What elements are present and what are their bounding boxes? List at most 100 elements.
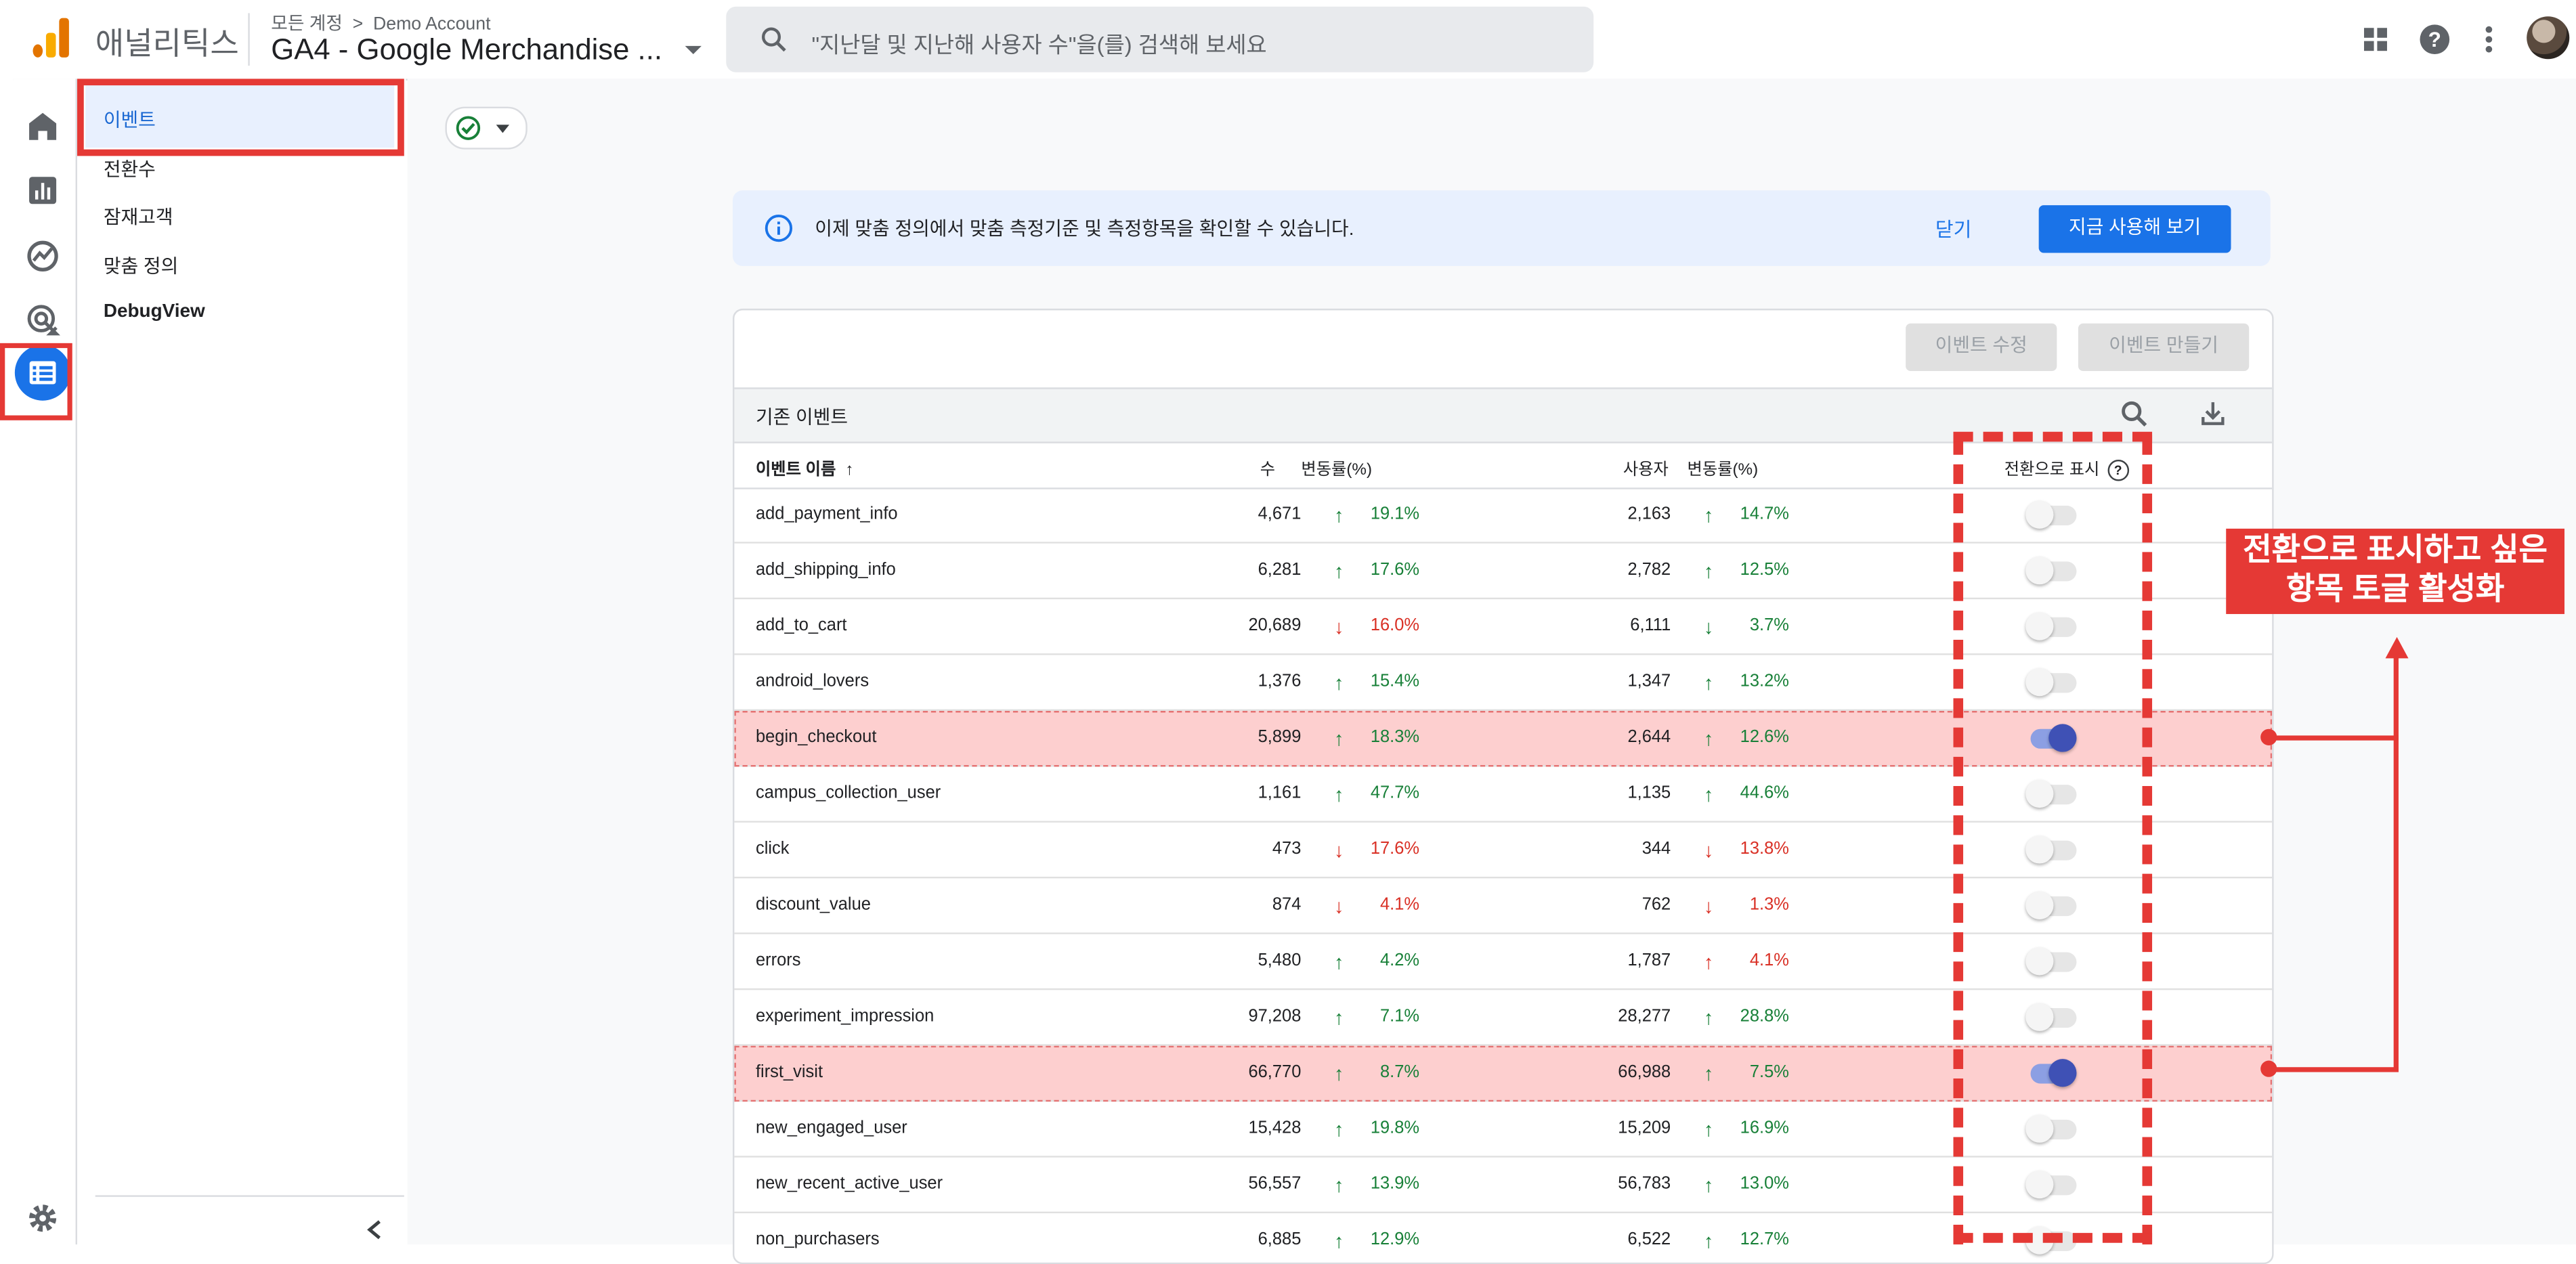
- nav-item-custom-definitions[interactable]: 맞춤 정의: [104, 253, 178, 279]
- collapse-icon[interactable]: [363, 1218, 386, 1241]
- table-row[interactable]: add_to_cart 20,689 ↓ 16.0% 6,111 ↓ 3.7%: [734, 599, 2273, 655]
- help-icon[interactable]: ?: [2107, 460, 2129, 481]
- event-name[interactable]: new_engaged_user: [756, 1118, 907, 1137]
- event-name[interactable]: begin_checkout: [756, 727, 876, 747]
- sort-arrow-icon: ↑: [845, 461, 854, 480]
- annotation-dot: [2260, 1060, 2277, 1077]
- table-row[interactable]: new_engaged_user 15,428 ↑ 19.8% 15,209 ↑ 16.9%: [734, 1102, 2273, 1158]
- nav-item-audiences[interactable]: 잠재고객: [104, 204, 173, 230]
- toggle-knob[interactable]: [2025, 612, 2054, 640]
- avatar[interactable]: [2527, 16, 2570, 60]
- annotation-dashed-line: [1953, 431, 2153, 442]
- users-change: 13.0%: [1740, 1173, 1789, 1194]
- toggle-knob[interactable]: [2025, 835, 2054, 864]
- search-icon[interactable]: [2120, 399, 2149, 429]
- column-header-event-name[interactable]: 이벤트 이름 ↑: [756, 455, 853, 479]
- table-row[interactable]: campus_collection_user 1,161 ↑ 47.7% 1,135 ↑ 4…: [734, 766, 2273, 823]
- table-row[interactable]: discount_value 874 ↓ 4.1% 762 ↓ 1.3%: [734, 878, 2273, 934]
- count-change: 13.9%: [1370, 1173, 1420, 1194]
- home-icon[interactable]: [24, 108, 60, 144]
- event-name[interactable]: non_purchasers: [756, 1229, 880, 1249]
- table-row[interactable]: new_recent_active_user 56,557 ↑ 13.9% 56,783…: [734, 1158, 2273, 1214]
- column-header-users[interactable]: 사용자: [1623, 455, 1669, 479]
- breadcrumb-root[interactable]: 모든 계정: [271, 15, 343, 35]
- event-name[interactable]: android_lovers: [756, 672, 869, 691]
- count-change: 4.1%: [1379, 894, 1420, 915]
- toggle-knob[interactable]: [2025, 891, 2054, 919]
- table-row[interactable]: experiment_impression 97,208 ↑ 7.1% 28,277 ↑ 2…: [734, 990, 2273, 1046]
- user-count: 28,277: [1618, 1006, 1671, 1026]
- column-header-count-change[interactable]: 변동률(%): [1301, 455, 1372, 479]
- column-header-users-change[interactable]: 변동률(%): [1688, 455, 1759, 479]
- event-name[interactable]: campus_collection_user: [756, 783, 941, 803]
- nav-item-conversions[interactable]: 전환수: [104, 156, 156, 182]
- toggle-knob[interactable]: [2025, 1171, 2054, 1199]
- users-change: 1.3%: [1749, 894, 1789, 915]
- user-count: 2,644: [1627, 727, 1671, 747]
- column-header-count[interactable]: 수: [1260, 455, 1275, 479]
- help-icon[interactable]: ?: [2418, 23, 2451, 56]
- event-name[interactable]: experiment_impression: [756, 1007, 934, 1026]
- table-row[interactable]: errors 5,480 ↑ 4.2% 1,787 ↑ 4.1%: [734, 934, 2273, 990]
- event-name[interactable]: add_shipping_info: [756, 560, 896, 580]
- toggle-knob[interactable]: [2025, 500, 2054, 529]
- table-row[interactable]: android_lovers 1,376 ↑ 15.4% 1,347 ↑ 13.2%: [734, 655, 2273, 712]
- reports-icon[interactable]: [24, 173, 60, 209]
- count-change: 17.6%: [1370, 839, 1420, 859]
- event-name[interactable]: discount_value: [756, 895, 871, 915]
- users-change: 12.5%: [1740, 559, 1789, 580]
- event-name[interactable]: errors: [756, 951, 801, 970]
- event-name[interactable]: new_recent_active_user: [756, 1174, 943, 1194]
- create-event-button[interactable]: 이벤트 만들기: [2078, 323, 2250, 372]
- edit-event-button[interactable]: 이벤트 수정: [1906, 323, 2057, 372]
- more-vert-icon[interactable]: [2472, 23, 2506, 56]
- column-header-event-name-label: 이벤트 이름: [755, 461, 836, 480]
- search-input[interactable]: "지난달 및 지난해 사용자 수"을(를) 검색해 보세요: [811, 26, 1266, 59]
- user-count: 1,347: [1627, 671, 1671, 691]
- check-circle-icon: [456, 116, 481, 140]
- user-count: 344: [1641, 839, 1671, 859]
- table-row[interactable]: first_visit 66,770 ↑ 8.7% 66,988 ↑ 7.5%: [734, 1045, 2273, 1102]
- toggle-knob[interactable]: [2025, 668, 2054, 697]
- toggle-knob[interactable]: [2025, 557, 2054, 585]
- toggle-knob[interactable]: [2048, 1059, 2077, 1087]
- download-icon[interactable]: [2198, 399, 2228, 429]
- apps-icon[interactable]: [2359, 23, 2392, 56]
- event-count: 1,161: [1258, 783, 1302, 803]
- toggle-knob[interactable]: [2048, 724, 2077, 752]
- banner-close-button[interactable]: 닫기: [1935, 215, 1972, 243]
- toggle-knob[interactable]: [2025, 779, 2054, 808]
- status-dropdown[interactable]: [445, 106, 528, 150]
- toggle-knob[interactable]: [2025, 1114, 2054, 1143]
- nav-item-debugview[interactable]: DebugView: [104, 302, 205, 322]
- event-name[interactable]: add_payment_info: [756, 504, 898, 523]
- table-row[interactable]: begin_checkout 5,899 ↑ 18.3% 2,644 ↑ 12.6%: [734, 711, 2273, 767]
- toggle-knob[interactable]: [2025, 947, 2054, 976]
- event-count: 4,671: [1258, 504, 1302, 524]
- toggle-knob[interactable]: [2025, 1003, 2054, 1031]
- event-name[interactable]: first_visit: [756, 1062, 823, 1082]
- divider: [248, 13, 250, 66]
- gear-icon[interactable]: [24, 1200, 60, 1236]
- table-row[interactable]: click 473 ↓ 17.6% 344 ↓ 13.8%: [734, 823, 2273, 879]
- event-name[interactable]: click: [756, 839, 790, 858]
- event-count: 20,689: [1248, 615, 1302, 636]
- count-change: 19.1%: [1370, 504, 1420, 524]
- explore-icon[interactable]: [24, 238, 60, 274]
- users-change: 28.8%: [1740, 1006, 1789, 1026]
- property-selector[interactable]: GA4 - Google Merchandise ...: [271, 33, 662, 68]
- banner-message: 이제 맞춤 정의에서 맞춤 측정기준 및 측정항목을 확인할 수 있습니다.: [815, 219, 1354, 240]
- event-count: 473: [1272, 839, 1302, 859]
- events-card: 이벤트 수정 이벤트 만들기 기존 이벤트 이벤트 이름 ↑ 수 변동률(%) …: [732, 308, 2274, 1264]
- table-row[interactable]: add_payment_info 4,671 ↑ 19.1% 2,163 ↑ 14.7%: [734, 487, 2273, 544]
- search-bar[interactable]: "지난달 및 지난해 사용자 수"을(를) 검색해 보세요: [726, 6, 1594, 72]
- analytics-logo-icon[interactable]: [33, 18, 72, 58]
- event-name[interactable]: add_to_cart: [756, 615, 847, 635]
- breadcrumb-account[interactable]: Demo Account: [373, 15, 491, 35]
- try-now-button[interactable]: 지금 사용해 보기: [2038, 205, 2231, 253]
- left-rail: [13, 79, 78, 1245]
- advertising-icon[interactable]: [24, 302, 60, 338]
- table-row[interactable]: add_shipping_info 6,281 ↑ 17.6% 2,782 ↑ 12.5%: [734, 544, 2273, 600]
- column-header-conversion-label: 전환으로 표시: [2004, 461, 2100, 480]
- chevron-down-icon[interactable]: [685, 45, 702, 55]
